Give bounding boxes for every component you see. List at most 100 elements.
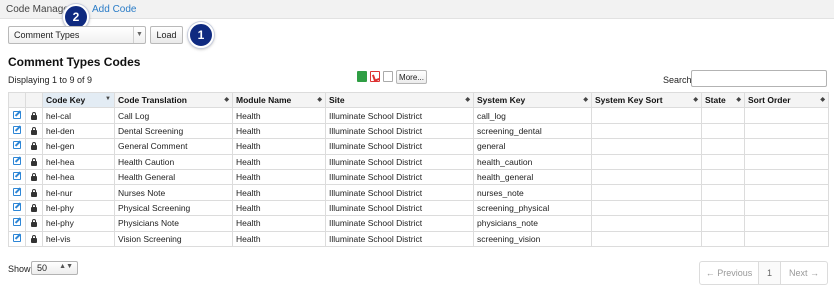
more-button[interactable]: More... bbox=[396, 70, 427, 84]
code-key-cell: hel-den bbox=[42, 122, 115, 140]
record-count: Displaying 1 to 9 of 9 bbox=[8, 75, 93, 85]
page-title: Comment Types Codes bbox=[8, 55, 141, 69]
top-bar: Code Manager Add Code bbox=[0, 0, 834, 19]
excel-export-icon[interactable] bbox=[357, 71, 367, 82]
page-size-select[interactable]: 50 ▲▼ bbox=[31, 261, 78, 275]
code-type-select-value: Comment Types bbox=[14, 30, 80, 40]
sort-icon: ◆ bbox=[693, 97, 698, 103]
system-key-sort-cell bbox=[591, 184, 702, 201]
site-cell: Illuminate School District bbox=[325, 138, 474, 155]
pagination: ← Previous 1 Next → bbox=[699, 261, 828, 285]
column-header-sort-order[interactable]: Sort Order ◆ bbox=[744, 91, 829, 109]
table-header-row: Code Key ▼ Code Translation ◆ Module Name ◆… bbox=[8, 91, 829, 109]
load-button[interactable]: Load bbox=[150, 26, 183, 44]
edit-icon[interactable] bbox=[13, 233, 21, 242]
edit-icon[interactable] bbox=[13, 202, 21, 211]
state-cell bbox=[701, 168, 745, 186]
export-icons bbox=[357, 71, 393, 82]
pdf-export-icon[interactable] bbox=[370, 71, 380, 82]
system-key-sort-cell bbox=[591, 215, 702, 232]
code-type-select[interactable]: Comment Types ▼ bbox=[8, 26, 146, 44]
sort-order-cell bbox=[744, 215, 829, 232]
code-key-cell: hel-phy bbox=[42, 215, 115, 232]
code-key-cell: hel-hea bbox=[42, 153, 115, 170]
system-key-cell: nurses_note bbox=[473, 184, 592, 201]
chevron-down-icon: ▼ bbox=[133, 27, 145, 43]
edit-icon[interactable] bbox=[13, 172, 21, 181]
site-cell: Illuminate School District bbox=[325, 168, 474, 186]
state-cell bbox=[701, 184, 745, 201]
table-row: hel-vis Vision Screening Health Illuminate … bbox=[8, 230, 829, 247]
code-translation-cell: Health Caution bbox=[114, 153, 233, 170]
page-number-button[interactable]: 1 bbox=[759, 262, 781, 284]
table-row: hel-gen General Comment Health Illuminate S… bbox=[8, 138, 829, 155]
table-row: hel-hea Health Caution Health Illuminate Sc… bbox=[8, 153, 829, 170]
table-row: hel-phy Physicians Note Health Illuminate S… bbox=[8, 215, 829, 232]
breadcrumb[interactable]: Code Manager bbox=[6, 4, 72, 15]
edit-icon[interactable] bbox=[13, 187, 21, 196]
system-key-cell: screening_vision bbox=[473, 230, 592, 247]
previous-page-button[interactable]: ← Previous bbox=[700, 262, 759, 284]
edit-cell bbox=[8, 138, 26, 155]
lock-cell bbox=[25, 153, 43, 170]
lock-cell bbox=[25, 215, 43, 232]
edit-icon[interactable] bbox=[13, 156, 21, 165]
codes-table: Code Key ▼ Code Translation ◆ Module Name ◆… bbox=[8, 91, 829, 247]
sort-order-cell bbox=[744, 122, 829, 140]
edit-icon[interactable] bbox=[13, 141, 21, 150]
column-header-site[interactable]: Site ◆ bbox=[325, 91, 474, 109]
column-header-code-key[interactable]: Code Key ▼ bbox=[42, 91, 115, 109]
edit-cell bbox=[8, 168, 26, 186]
column-header-system-key[interactable]: System Key ◆ bbox=[473, 91, 592, 109]
page-size-value: 50 bbox=[37, 263, 48, 273]
lock-icon bbox=[31, 188, 37, 197]
step-badge-1: 1 bbox=[188, 22, 214, 48]
code-key-cell: hel-phy bbox=[42, 199, 115, 217]
lock-icon bbox=[31, 173, 37, 182]
column-header-state[interactable]: State ◆ bbox=[701, 91, 745, 109]
module-name-cell: Health bbox=[232, 230, 326, 247]
site-cell: Illuminate School District bbox=[325, 153, 474, 170]
system-key-cell: call_log bbox=[473, 107, 592, 124]
module-name-cell: Health bbox=[232, 153, 326, 170]
code-translation-cell: Physical Screening bbox=[114, 199, 233, 217]
system-key-sort-cell bbox=[591, 199, 702, 217]
sort-icon: ◆ bbox=[736, 97, 741, 103]
column-header-module-name[interactable]: Module Name ◆ bbox=[232, 91, 326, 109]
csv-export-icon[interactable] bbox=[383, 71, 393, 82]
sort-desc-icon: ▼ bbox=[105, 96, 111, 102]
system-key-sort-cell bbox=[591, 138, 702, 155]
code-translation-cell: Call Log bbox=[114, 107, 233, 124]
table-row: hel-cal Call Log Health Illuminate School D… bbox=[8, 107, 829, 124]
system-key-cell: screening_dental bbox=[473, 122, 592, 140]
edit-icon[interactable] bbox=[13, 125, 21, 134]
site-cell: Illuminate School District bbox=[325, 122, 474, 140]
edit-icon[interactable] bbox=[13, 110, 21, 119]
search-input[interactable] bbox=[691, 70, 827, 87]
lock-icon bbox=[31, 203, 37, 212]
system-key-cell: screening_physical bbox=[473, 199, 592, 217]
edit-icon[interactable] bbox=[13, 218, 21, 227]
system-key-sort-cell bbox=[591, 122, 702, 140]
sort-icon: ◆ bbox=[224, 97, 229, 103]
module-name-cell: Health bbox=[232, 215, 326, 232]
column-header-system-key-sort[interactable]: System Key Sort ◆ bbox=[591, 91, 702, 109]
module-name-cell: Health bbox=[232, 107, 326, 124]
system-key-sort-cell bbox=[591, 168, 702, 186]
module-name-cell: Health bbox=[232, 199, 326, 217]
code-key-cell: hel-vis bbox=[42, 230, 115, 247]
state-cell bbox=[701, 199, 745, 217]
sort-order-cell bbox=[744, 107, 829, 124]
module-name-cell: Health bbox=[232, 184, 326, 201]
sort-order-cell bbox=[744, 230, 829, 247]
column-header-code-translation[interactable]: Code Translation ◆ bbox=[114, 91, 233, 109]
lock-icon bbox=[31, 157, 37, 166]
sort-icon: ◆ bbox=[820, 97, 825, 103]
search-label: Search bbox=[663, 75, 692, 85]
next-page-button[interactable]: Next → bbox=[781, 262, 827, 284]
lock-cell bbox=[25, 199, 43, 217]
add-code-link[interactable]: Add Code bbox=[92, 4, 136, 15]
code-key-cell: hel-gen bbox=[42, 138, 115, 155]
column-header-lock bbox=[25, 91, 43, 109]
lock-icon bbox=[31, 219, 37, 228]
